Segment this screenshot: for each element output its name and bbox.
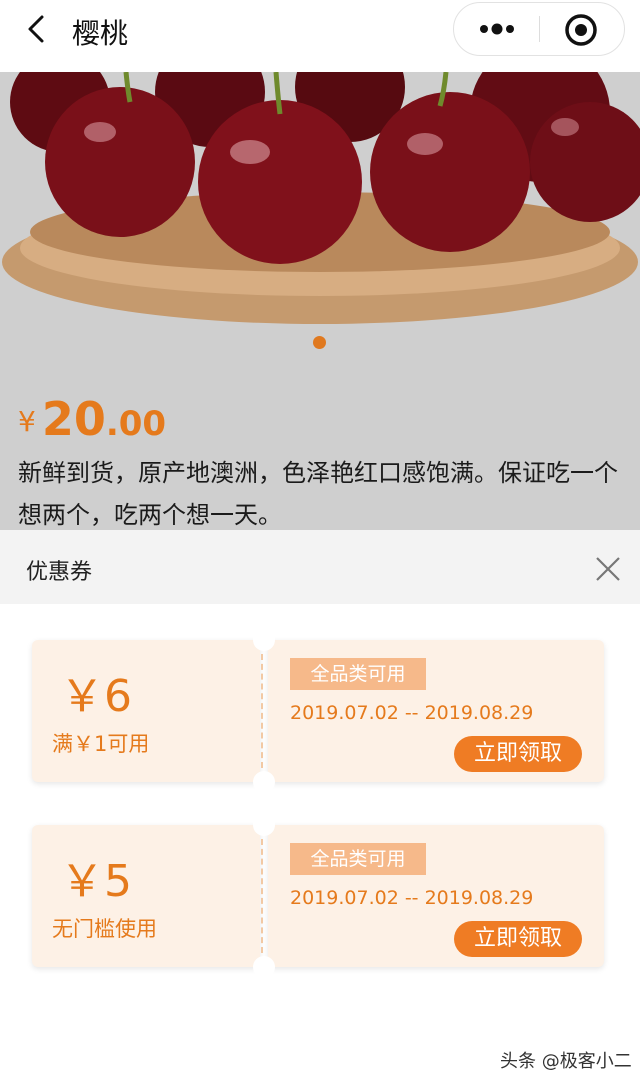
coupon-notch	[253, 956, 275, 978]
coupon-divider	[261, 654, 263, 768]
watermark: 头条 @极客小二	[500, 1051, 632, 1072]
coupon-notch	[253, 629, 275, 651]
coupon-divider	[261, 839, 263, 953]
coupon-info-panel: 全品类可用 2019.07.02 -- 2019.08.29 立即领取	[268, 640, 604, 782]
more-dots-icon[interactable]	[474, 15, 520, 43]
coupon-card: ￥6 满￥1可用 全品类可用 2019.07.02 -- 2019.08.29 …	[32, 629, 604, 793]
sheet-title: 优惠券	[26, 560, 93, 585]
nav-bar: 樱桃	[0, 0, 640, 72]
coupon-scope-tag: 全品类可用	[290, 658, 426, 690]
mini-program-capsule	[453, 2, 625, 56]
coupon-condition: 满￥1可用	[52, 732, 150, 756]
coupon-notch	[253, 814, 275, 836]
product-detail: ¥20.00 新鲜到货，原产地澳洲，色泽艳红口感饱满。保证吃一个想两个，吃两个想…	[0, 72, 640, 530]
capsule-divider	[539, 16, 540, 42]
coupon-scope-tag: 全品类可用	[290, 843, 426, 875]
product-price: ¥20.00	[18, 392, 166, 446]
price-decimal: .00	[105, 404, 167, 444]
coupon-notch	[253, 771, 275, 793]
page-title: 樱桃	[72, 17, 129, 50]
currency-symbol: ¥	[18, 405, 36, 438]
product-image	[0, 72, 640, 334]
product-description: 新鲜到货，原产地澳洲，色泽艳红口感饱满。保证吃一个想两个，吃两个想一天。	[18, 459, 618, 529]
coupon-value-panel: ￥6 满￥1可用	[32, 640, 260, 782]
sheet-header: 优惠券	[0, 530, 640, 604]
coupon-amount: ￥5	[60, 856, 132, 907]
coupon-validity: 2019.07.02 -- 2019.08.29	[290, 887, 534, 909]
close-icon[interactable]	[595, 556, 621, 582]
coupon-value-panel: ￥5 无门槛使用	[32, 825, 260, 967]
coupon-amount: ￥6	[60, 671, 132, 722]
coupon-info-panel: 全品类可用 2019.07.02 -- 2019.08.29 立即领取	[268, 825, 604, 967]
claim-button[interactable]: 立即领取	[454, 736, 582, 772]
coupon-validity: 2019.07.02 -- 2019.08.29	[290, 702, 534, 724]
price-integer: 20	[41, 392, 106, 446]
target-close-icon[interactable]	[564, 13, 598, 47]
coupon-condition: 无门槛使用	[52, 917, 157, 941]
carousel-indicator[interactable]	[313, 336, 326, 349]
back-chevron-icon[interactable]	[22, 14, 52, 44]
coupon-card: ￥5 无门槛使用 全品类可用 2019.07.02 -- 2019.08.29 …	[32, 814, 604, 978]
claim-button[interactable]: 立即领取	[454, 921, 582, 957]
coupon-sheet: 优惠券 ￥6 满￥1可用 全品类可用 2019.07.02 -- 2019.08…	[0, 530, 640, 1081]
